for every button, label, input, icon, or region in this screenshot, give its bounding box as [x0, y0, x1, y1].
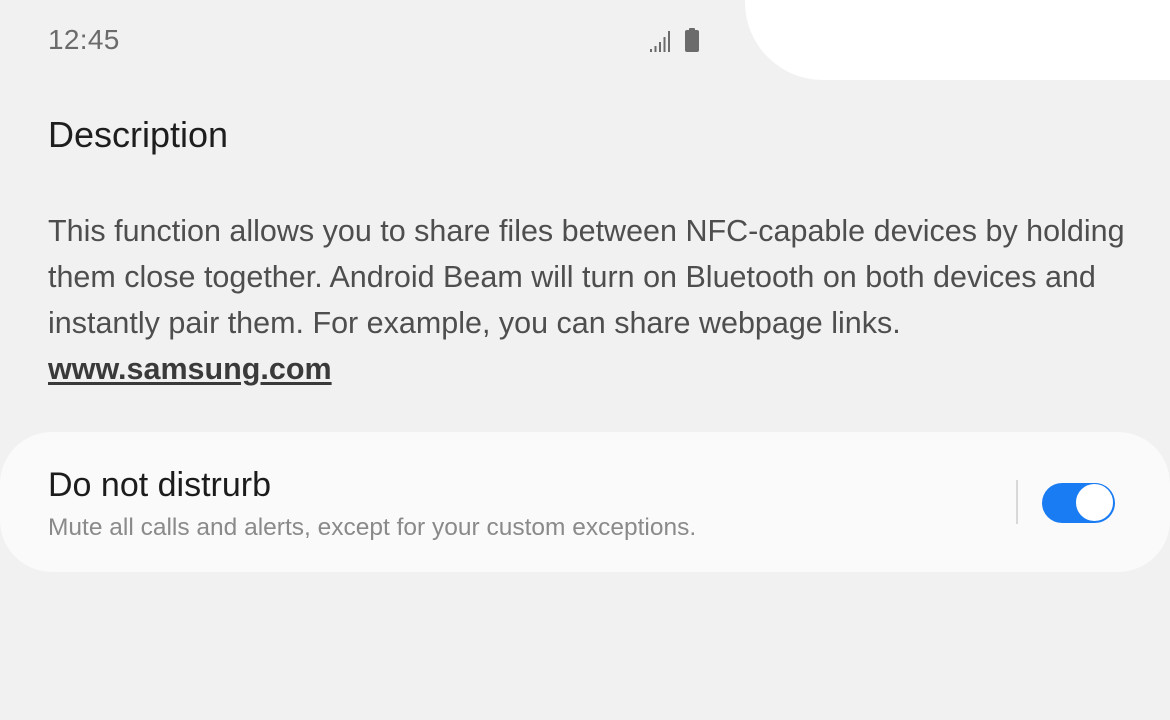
description-body: This function allows you to share files …	[48, 214, 1125, 340]
do-not-disturb-setting[interactable]: Do not distrurb Mute all calls and alert…	[0, 432, 1170, 572]
status-icons	[650, 28, 710, 54]
description-text: This function allows you to share files …	[48, 208, 1138, 392]
description-heading: Description	[48, 114, 229, 155]
status-bar-cutout	[745, 0, 1170, 80]
samsung-link[interactable]: www.samsung.com	[48, 346, 332, 392]
setting-title: Do not distrurb	[48, 466, 271, 504]
do-not-disturb-toggle[interactable]	[1042, 483, 1115, 523]
setting-subtitle: Mute all calls and alerts, except for yo…	[48, 514, 697, 541]
toggle-knob	[1075, 483, 1114, 522]
status-time: 12:45	[48, 24, 120, 55]
battery-icon	[685, 28, 699, 52]
setting-divider	[1016, 480, 1018, 524]
